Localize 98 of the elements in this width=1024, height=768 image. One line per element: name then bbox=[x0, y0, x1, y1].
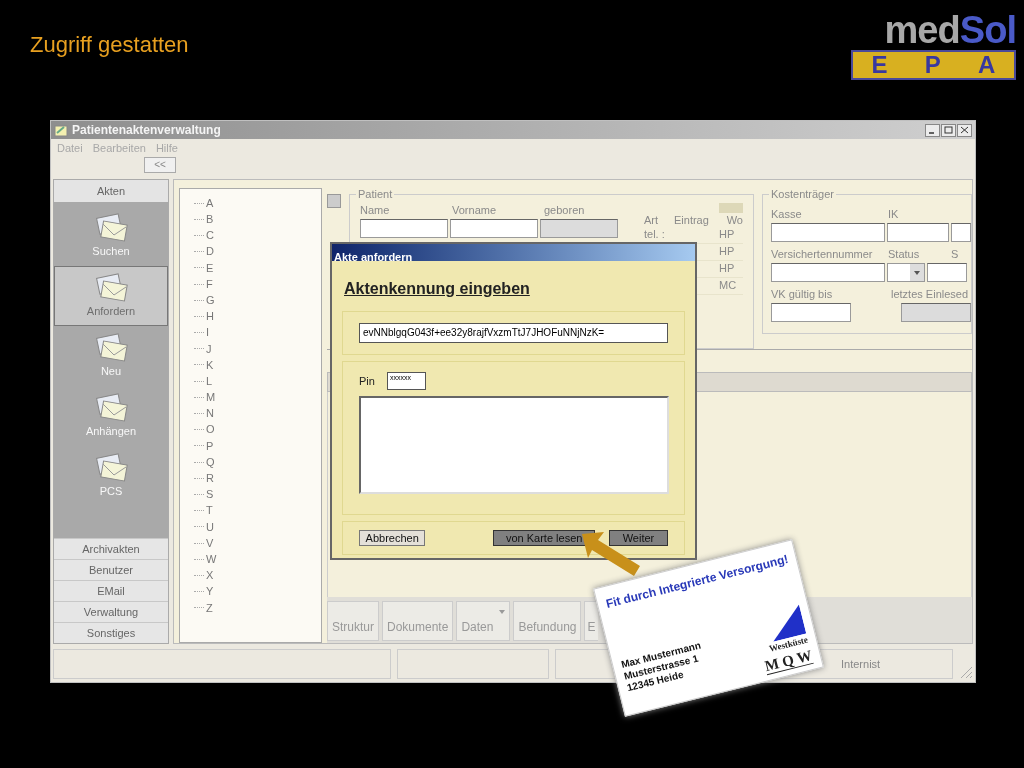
table-cell-text: HP bbox=[719, 261, 736, 276]
maximize-icon bbox=[944, 126, 953, 134]
field-label: Status bbox=[888, 247, 921, 261]
status-text: Internist bbox=[841, 656, 881, 672]
envelope-icon bbox=[94, 212, 128, 243]
tab[interactable]: Struktur bbox=[327, 601, 379, 641]
table-cell-text: HP bbox=[719, 244, 736, 259]
nav-section[interactable]: Archivakten bbox=[54, 538, 168, 559]
field-label: letztes Einlesed bbox=[891, 287, 969, 301]
message-area[interactable] bbox=[359, 396, 669, 494]
tree-item[interactable]: S bbox=[204, 486, 214, 503]
caret-icon bbox=[499, 610, 506, 614]
tree-item[interactable]: P bbox=[204, 437, 214, 455]
nav-header[interactable]: Akten bbox=[54, 180, 168, 202]
dialog-button[interactable]: Weiter bbox=[608, 530, 668, 546]
text-field[interactable] bbox=[887, 223, 949, 242]
table-cell-text: MC bbox=[719, 278, 738, 293]
collapse-toggle[interactable] bbox=[327, 194, 341, 208]
tree-item[interactable]: W bbox=[204, 550, 217, 568]
envelope-icon bbox=[94, 272, 128, 303]
nav-section[interactable]: EMail bbox=[54, 580, 168, 601]
tree-item[interactable]: B bbox=[204, 211, 214, 228]
nav-section[interactable]: Sonstiges bbox=[54, 622, 168, 643]
resize-grip-icon[interactable] bbox=[959, 665, 973, 679]
tree-item[interactable]: G bbox=[204, 291, 215, 309]
table-cell-text: HP bbox=[719, 227, 736, 242]
field-label: geboren bbox=[544, 203, 586, 217]
collapse-button[interactable]: << bbox=[144, 157, 176, 173]
tab[interactable]: E bbox=[584, 601, 598, 641]
nav-item[interactable]: Anfordern bbox=[54, 266, 168, 326]
slide-title: Zugriff gestatten bbox=[29, 31, 189, 59]
logo: medSol E P A bbox=[849, 0, 1024, 80]
tree-item[interactable]: C bbox=[204, 227, 214, 244]
caret-icon bbox=[910, 264, 924, 281]
envelope-icon bbox=[94, 392, 128, 423]
group-legend: Kostenträger bbox=[769, 187, 836, 201]
tab[interactable]: Daten bbox=[456, 601, 511, 641]
nav-item[interactable]: Neu bbox=[54, 326, 168, 386]
tree-item[interactable]: R bbox=[204, 470, 214, 487]
id-input[interactable]: evNNblgqG043f+ee32y8rajfVxzmTtJ7JHOFuNNjNzK= bbox=[359, 323, 668, 343]
tree-item[interactable]: A bbox=[204, 194, 214, 212]
text-field[interactable] bbox=[771, 263, 885, 282]
tree-item[interactable]: L bbox=[204, 372, 213, 390]
column-header: Art bbox=[644, 213, 660, 227]
text-field[interactable] bbox=[951, 223, 971, 242]
text-field[interactable] bbox=[450, 219, 538, 238]
field-label: IK bbox=[888, 207, 899, 221]
close-button[interactable] bbox=[957, 123, 972, 137]
envelope-icon bbox=[94, 452, 128, 483]
field-label: VK gültig bis bbox=[771, 287, 834, 301]
tree-item[interactable]: I bbox=[204, 324, 210, 341]
tree-item[interactable]: Y bbox=[204, 583, 214, 600]
nav-section[interactable]: Verwaltung bbox=[54, 601, 168, 622]
dialog-heading: Aktenkennung eingeben bbox=[343, 279, 531, 299]
text-field[interactable] bbox=[927, 263, 967, 282]
tab[interactable]: Befundung bbox=[513, 601, 582, 641]
field-label: Name bbox=[360, 203, 391, 217]
tab[interactable]: Dokumente bbox=[382, 601, 454, 641]
tree-item[interactable]: O bbox=[204, 421, 215, 438]
text-field[interactable] bbox=[540, 219, 618, 238]
text-field[interactable] bbox=[360, 219, 448, 238]
group-legend: Patient bbox=[356, 187, 395, 201]
tree-item[interactable]: T bbox=[204, 502, 213, 519]
column-header: Eintrag bbox=[674, 213, 710, 227]
window-title: Patientenaktenverwaltung bbox=[72, 122, 222, 139]
tree-item[interactable]: M bbox=[204, 389, 216, 406]
minimize-button[interactable] bbox=[925, 123, 940, 137]
tree-item[interactable]: E bbox=[204, 259, 214, 277]
tree-item[interactable]: J bbox=[204, 340, 212, 358]
tree-item[interactable]: X bbox=[204, 567, 214, 584]
column-header: Wo bbox=[719, 203, 743, 227]
status-dropdown[interactable] bbox=[887, 263, 925, 282]
field-label: Versichertennummer bbox=[771, 247, 874, 261]
nav-section[interactable]: Benutzer bbox=[54, 559, 168, 580]
field-label: S bbox=[951, 247, 959, 261]
tree-item[interactable]: F bbox=[204, 275, 213, 293]
window-app-icon bbox=[54, 123, 68, 137]
text-field[interactable] bbox=[771, 223, 885, 242]
tree-item[interactable]: V bbox=[204, 534, 214, 552]
table-cell-text: tel. : bbox=[644, 227, 666, 242]
tree-item[interactable]: H bbox=[204, 308, 214, 325]
tree-item[interactable]: Q bbox=[204, 453, 215, 471]
close-icon bbox=[960, 126, 969, 134]
pin-label: Pin bbox=[359, 373, 375, 389]
field-label: Kasse bbox=[771, 207, 803, 221]
dialog-button[interactable]: von Karte lesen bbox=[493, 530, 595, 546]
field-label: Vorname bbox=[452, 203, 498, 217]
dialog-button[interactable]: Abbrechen bbox=[359, 530, 426, 546]
maximize-button[interactable] bbox=[941, 123, 956, 137]
tree-item[interactable]: K bbox=[204, 356, 214, 374]
tree-item[interactable]: Z bbox=[204, 599, 213, 617]
tree-item[interactable]: U bbox=[204, 518, 214, 536]
dialog-title: Akte anfordern bbox=[334, 251, 413, 263]
text-field[interactable] bbox=[771, 303, 851, 322]
tree-item[interactable]: D bbox=[204, 243, 214, 260]
envelope-icon bbox=[94, 332, 128, 363]
tree-item[interactable]: N bbox=[204, 405, 214, 422]
text-field[interactable] bbox=[901, 303, 971, 322]
